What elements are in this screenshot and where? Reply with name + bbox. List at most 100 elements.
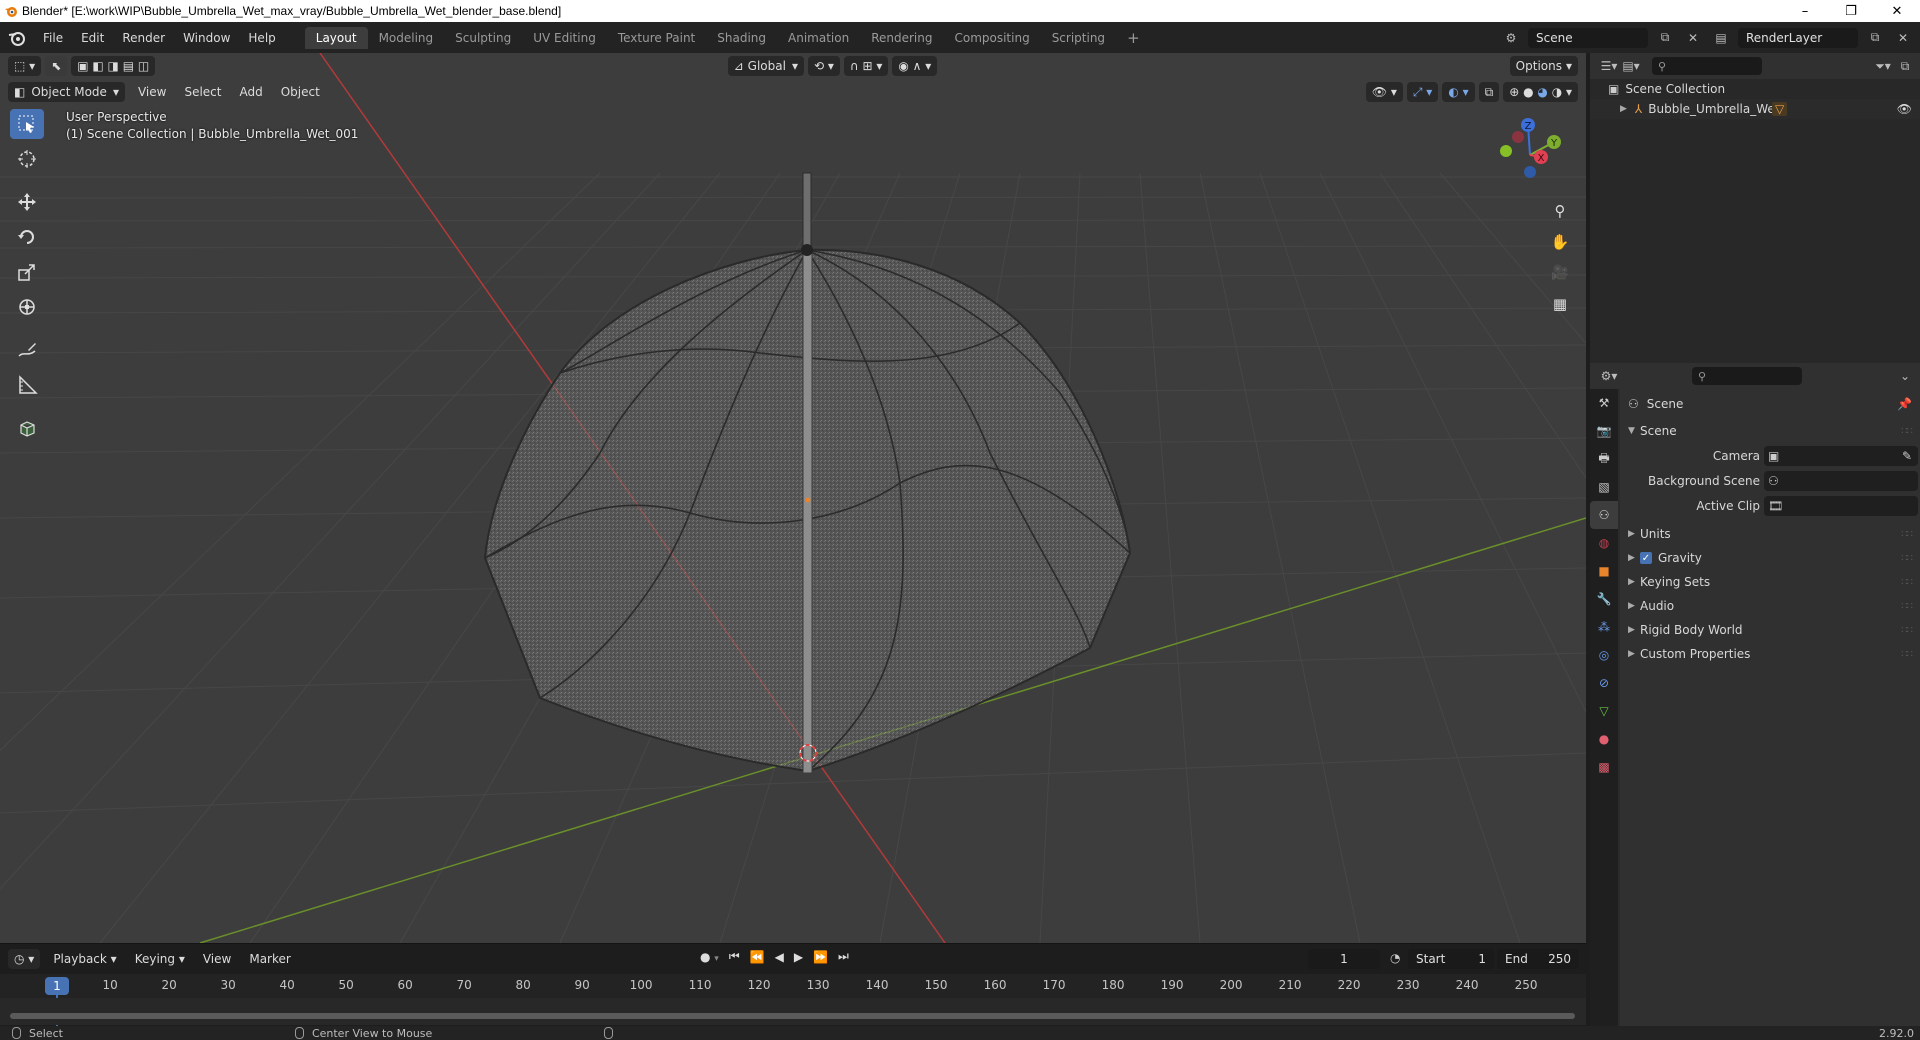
tab-world[interactable]: ◍ bbox=[1590, 529, 1618, 557]
pan-button[interactable]: ✋ bbox=[1547, 229, 1573, 255]
panel-units[interactable]: ▶ Units ∷∷ bbox=[1620, 522, 1920, 546]
viewport-menu-select[interactable]: Select bbox=[175, 85, 230, 99]
tool-select-box[interactable] bbox=[10, 109, 44, 139]
tool-annotate[interactable] bbox=[10, 335, 44, 365]
modifier-filter-icon[interactable]: ▽ bbox=[1772, 102, 1788, 116]
menu-file[interactable]: File bbox=[34, 31, 72, 45]
blender-menu-icon[interactable] bbox=[8, 29, 26, 47]
ruler-current-frame[interactable]: 1 bbox=[45, 977, 69, 995]
scene-browse-icon[interactable]: ⚙ bbox=[1500, 28, 1522, 48]
gizmo-neg-y[interactable] bbox=[1500, 145, 1512, 157]
record-button[interactable]: ● ▾ bbox=[700, 950, 719, 964]
tab-texture-paint[interactable]: Texture Paint bbox=[607, 27, 706, 49]
camera-field[interactable]: ▣ ✎ bbox=[1764, 445, 1918, 466]
tab-object[interactable]: ■ bbox=[1590, 557, 1618, 585]
timeline-ruler[interactable]: 1 10 20 30 40 50 60 70 80 90 100 110 120 130 140 150 160… bbox=[0, 974, 1586, 1026]
snap-toggle[interactable]: ∩ ⊞ ▾ bbox=[843, 56, 889, 76]
viewport-menu-object[interactable]: Object bbox=[272, 85, 329, 99]
tab-scripting[interactable]: Scripting bbox=[1041, 27, 1116, 49]
tool-move[interactable] bbox=[10, 187, 44, 217]
current-frame-field[interactable]: 1 bbox=[1308, 949, 1380, 969]
delete-scene-icon[interactable]: ✕ bbox=[1682, 28, 1704, 48]
drag-handle-icon[interactable]: ∷∷ bbox=[1901, 426, 1913, 437]
tab-modifiers[interactable]: 🔧 bbox=[1590, 585, 1618, 613]
eyedropper-icon[interactable]: ✎ bbox=[1902, 449, 1912, 463]
timeline-track[interactable] bbox=[0, 998, 1586, 1025]
panel-scene-header[interactable]: ▼ Scene ∷∷ bbox=[1620, 419, 1920, 443]
expand-arrow-icon[interactable]: ▶ bbox=[1620, 104, 1627, 114]
active-clip-field[interactable]: 🎞 bbox=[1764, 495, 1918, 516]
start-frame-field[interactable]: Start 1 bbox=[1408, 949, 1494, 969]
timeline-scrollbar[interactable] bbox=[10, 1013, 1575, 1019]
drag-handle-icon[interactable]: ∷∷ bbox=[1901, 601, 1913, 612]
overlay-toggle[interactable]: ◐ ▾ bbox=[1442, 82, 1475, 102]
tab-render[interactable]: 📷 bbox=[1590, 417, 1618, 445]
maximize-button[interactable]: ❐ bbox=[1828, 0, 1874, 22]
tab-uv-editing[interactable]: UV Editing bbox=[522, 27, 607, 49]
tab-shading[interactable]: Shading bbox=[706, 27, 777, 49]
background-scene-field[interactable]: ⚇ bbox=[1764, 470, 1918, 491]
outliner-search-input[interactable]: ⚲ bbox=[1652, 57, 1762, 75]
timeline-menu-playback[interactable]: Playback ▾ bbox=[44, 952, 125, 966]
panel-keying-sets[interactable]: ▶ Keying Sets ∷∷ bbox=[1620, 570, 1920, 594]
navigation-gizmo[interactable]: Z Y X bbox=[1490, 115, 1570, 195]
pivot-point-dropdown[interactable]: ⟲ ▾ bbox=[807, 56, 840, 76]
view-layer-field[interactable]: RenderLayer bbox=[1738, 27, 1858, 48]
minimize-button[interactable]: – bbox=[1782, 0, 1828, 22]
play-button[interactable]: ▶ bbox=[794, 950, 803, 964]
properties-editor-type[interactable]: ⚙▾ bbox=[1598, 366, 1620, 386]
timeline-menu-marker[interactable]: Marker bbox=[240, 952, 299, 966]
drag-handle-icon[interactable]: ∷∷ bbox=[1901, 529, 1913, 540]
xray-toggle[interactable]: ⧉ bbox=[1478, 82, 1500, 102]
tab-view-layer[interactable]: ▧ bbox=[1590, 473, 1618, 501]
tool-cursor[interactable] bbox=[10, 144, 44, 174]
viewport-menu-add[interactable]: Add bbox=[230, 85, 271, 99]
menu-edit[interactable]: Edit bbox=[72, 31, 113, 45]
ortho-toggle-button[interactable]: ▦ bbox=[1547, 291, 1573, 317]
tab-material[interactable]: ● bbox=[1590, 725, 1618, 753]
filter-icon[interactable]: ⏷▾ bbox=[1872, 56, 1894, 76]
tab-particles[interactable]: ⁂ bbox=[1590, 613, 1618, 641]
scene-name-field[interactable]: Scene bbox=[1528, 27, 1648, 48]
delete-view-layer-icon[interactable]: ✕ bbox=[1892, 28, 1914, 48]
menu-render[interactable]: Render bbox=[113, 31, 174, 45]
new-collection-icon[interactable]: ⧉ bbox=[1894, 56, 1916, 76]
options-dropdown[interactable]: Options ▾ bbox=[1509, 56, 1579, 76]
tool-scale[interactable] bbox=[10, 257, 44, 287]
visibility-dropdown[interactable]: 👁 ▾ bbox=[1365, 82, 1403, 102]
tab-texture[interactable]: ▩ bbox=[1590, 753, 1618, 781]
editor-type-button[interactable]: ⬚ ▾ bbox=[8, 56, 42, 76]
menu-help[interactable]: Help bbox=[239, 31, 284, 45]
tab-scene[interactable]: ⚇ bbox=[1590, 501, 1618, 529]
outliner-row-scene-collection[interactable]: ▣ Scene Collection bbox=[1590, 79, 1920, 99]
tab-animation[interactable]: Animation bbox=[777, 27, 860, 49]
gizmo-neg-z[interactable] bbox=[1524, 166, 1536, 178]
shading-mode-group[interactable]: ⊕ ● ◕ ◑ ▾ bbox=[1503, 82, 1578, 102]
display-mode-dropdown[interactable]: ▤▾ bbox=[1620, 56, 1642, 76]
3d-viewport[interactable]: ⬚ ▾ ⬉ ▣ ◧ ◨ ▤ ◫ ⊿ Global ▾ ⟲ ▾ ∩ ⊞ ▾ ◉ ∧ ▾… bbox=[0, 53, 1586, 943]
chevron-down-icon[interactable]: ⌄ bbox=[1894, 366, 1916, 386]
pin-icon[interactable]: 📌 bbox=[1897, 397, 1912, 411]
tab-layout[interactable]: Layout bbox=[304, 26, 368, 49]
drag-handle-icon[interactable]: ∷∷ bbox=[1901, 625, 1913, 636]
gizmo-toggle[interactable]: ⤢ ▾ bbox=[1406, 82, 1439, 102]
proportional-edit-toggle[interactable]: ◉ ∧ ▾ bbox=[892, 56, 938, 76]
new-scene-icon[interactable]: ⧉ bbox=[1654, 28, 1676, 48]
stopwatch-icon[interactable]: ◔ bbox=[1390, 951, 1400, 965]
panel-rigid-body-world[interactable]: ▶ Rigid Body World ∷∷ bbox=[1620, 618, 1920, 642]
tool-measure[interactable] bbox=[10, 370, 44, 400]
new-view-layer-icon[interactable]: ⧉ bbox=[1864, 28, 1886, 48]
umbrella-model[interactable] bbox=[483, 172, 1132, 774]
drag-handle-icon[interactable]: ∷∷ bbox=[1901, 553, 1913, 564]
tab-sculpting[interactable]: Sculpting bbox=[444, 27, 522, 49]
timeline-menu-view[interactable]: View bbox=[194, 952, 240, 966]
transform-orientation-dropdown[interactable]: ⊿ Global ▾ bbox=[727, 56, 804, 76]
close-window-button[interactable]: ✕ bbox=[1874, 0, 1920, 22]
jump-end-button[interactable]: ⏭ bbox=[838, 949, 849, 964]
selection-mode-group[interactable]: ▣ ◧ ◨ ▤ ◫ bbox=[71, 56, 156, 76]
menu-window[interactable]: Window bbox=[174, 31, 239, 45]
panel-gravity[interactable]: ▶ ✓ Gravity ∷∷ bbox=[1620, 546, 1920, 570]
tab-modeling[interactable]: Modeling bbox=[368, 27, 445, 49]
tab-rendering[interactable]: Rendering bbox=[860, 27, 943, 49]
play-reverse-button[interactable]: ◀ bbox=[775, 950, 784, 964]
